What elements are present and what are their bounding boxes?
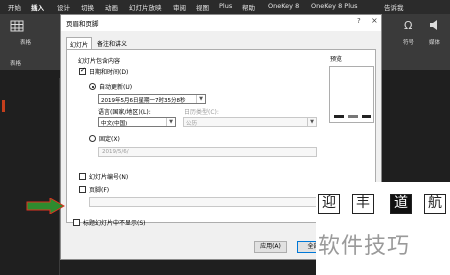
language-label: 语言(国家/地区)(L): xyxy=(98,109,151,116)
tab-home[interactable]: 开始 xyxy=(8,2,21,12)
speaker-icon[interactable] xyxy=(428,19,442,31)
glyph-box: 道 xyxy=(390,194,412,214)
ribbon-tab-bar: 开始 插入 设计 切换 动画 幻灯片放映 审阅 视图 Plus 帮助 OneKe… xyxy=(0,0,450,15)
fixed-date-label: 固定(X) xyxy=(99,136,120,143)
date-time-checkbox[interactable] xyxy=(79,66,86,75)
auto-update-radio[interactable] xyxy=(89,83,96,90)
section-title: 幻灯片包含内容 xyxy=(78,58,121,65)
date-format-select[interactable]: 2019年5月6日星期一7时35分8秒 ▼ xyxy=(98,94,206,104)
tab-view[interactable]: 视图 xyxy=(196,2,209,12)
hide-on-title-slide-label: 标题幻灯片中不显示(S) xyxy=(83,220,146,227)
footer-label: 页脚(F) xyxy=(89,187,110,194)
calendar-type-select[interactable]: 公历 ▼ xyxy=(183,117,317,127)
tab-help[interactable]: 帮助 xyxy=(242,2,255,12)
date-format-value: 2019年5月6日星期一7时35分8秒 xyxy=(101,98,186,104)
watermark-text: 软件技巧 xyxy=(318,234,411,259)
preview-number-placeholder xyxy=(362,115,371,118)
footer-input[interactable] xyxy=(89,197,317,207)
thumbnail-pane xyxy=(0,78,60,275)
fixed-date-input[interactable]: 2019/5/6/ xyxy=(98,147,317,157)
slide-thumbnail-marker xyxy=(2,100,5,112)
table-icon xyxy=(10,20,24,32)
glyph-box: 迎 xyxy=(318,194,340,214)
close-icon[interactable]: × xyxy=(371,16,378,25)
media-button-label[interactable]: 媒体 xyxy=(429,38,440,46)
table-button-label[interactable]: 表格 xyxy=(20,38,31,46)
hide-on-title-slide-checkbox[interactable] xyxy=(73,219,80,226)
chevron-down-icon: ▼ xyxy=(307,118,316,126)
chevron-down-icon: ▼ xyxy=(166,118,175,126)
date-time-label: 日期和时间(D) xyxy=(89,69,129,76)
tab-slideshow[interactable]: 幻灯片放映 xyxy=(129,2,162,12)
omega-icon[interactable]: Ω xyxy=(402,18,416,32)
tab-notes-handouts[interactable]: 备注和讲义 xyxy=(94,37,130,48)
slide-preview xyxy=(329,66,374,123)
help-icon[interactable]: ? xyxy=(357,17,361,25)
tab-transitions[interactable]: 切换 xyxy=(81,2,94,12)
dialog-titlebar: 页眉和页脚 ? × xyxy=(61,15,381,31)
slide-number-checkbox[interactable] xyxy=(79,173,86,180)
symbol-button-label[interactable]: 符号 xyxy=(403,38,414,46)
table-group-label: 表格 xyxy=(10,61,22,67)
preview-footer-placeholder xyxy=(348,115,358,118)
preview-date-placeholder xyxy=(334,115,344,118)
fixed-date-radio[interactable] xyxy=(89,135,96,142)
tab-animations[interactable]: 动画 xyxy=(105,2,118,12)
glyph-box: 丰 xyxy=(352,194,374,214)
chevron-down-icon: ▼ xyxy=(196,95,205,103)
fixed-date-value: 2019/5/6/ xyxy=(102,149,129,155)
tab-onekey8[interactable]: OneKey 8 xyxy=(268,2,299,10)
preview-label: 预览 xyxy=(330,56,343,63)
calendar-type-value: 公历 xyxy=(186,121,198,127)
tab-tell-me[interactable]: 告诉我 xyxy=(384,2,404,12)
tab-slides[interactable]: 幻灯片 xyxy=(66,37,93,49)
calendar-type-label: 日历类型(C): xyxy=(184,109,219,116)
dialog-title: 页眉和页脚 xyxy=(66,20,99,28)
tab-insert[interactable]: 插入 xyxy=(31,2,44,15)
tab-design[interactable]: 设计 xyxy=(57,2,70,12)
tab-review[interactable]: 审阅 xyxy=(173,2,186,12)
arrow-icon xyxy=(26,198,66,214)
auto-update-label: 自动更新(U) xyxy=(99,84,133,91)
glyph-box: 航 xyxy=(424,194,446,214)
footer-checkbox[interactable] xyxy=(79,186,86,193)
language-select[interactable]: 中文(中国) ▼ xyxy=(98,117,176,127)
language-value: 中文(中国) xyxy=(101,121,128,127)
apply-button[interactable]: 应用(A) xyxy=(254,241,287,253)
svg-text:Ω: Ω xyxy=(404,19,412,32)
tab-plus[interactable]: Plus xyxy=(219,2,232,10)
tab-onekey8plus[interactable]: OneKey 8 Plus xyxy=(311,2,358,10)
slide-number-label: 幻灯片编号(N) xyxy=(89,174,129,181)
